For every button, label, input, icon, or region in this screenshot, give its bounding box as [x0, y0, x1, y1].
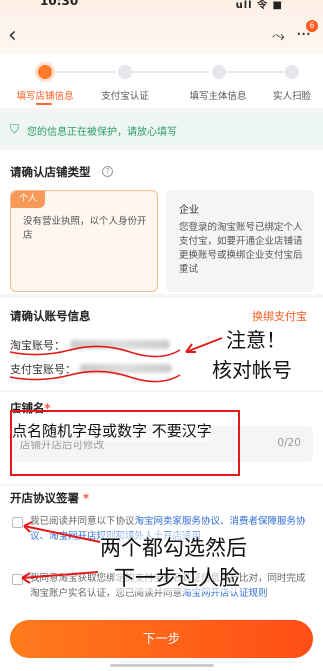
annotation-note-agree-2: 下一步过人脸 — [114, 562, 240, 592]
annotation-underline-taobao — [9, 345, 181, 358]
annotation-note-check-account-2: 核对帐号 — [212, 358, 292, 382]
annotation-note-shop-name: 点名随机字母或数字 不要汉字 — [12, 420, 212, 441]
annotation-note-agree-1: 两个都勾选然后 — [100, 532, 247, 562]
annotation-underline-alipay — [9, 370, 181, 383]
annotation-arrow-3 — [21, 571, 99, 579]
annotation-arrow-2 — [23, 525, 101, 543]
annotation-note-check-account-1: 注意！ — [226, 328, 286, 352]
